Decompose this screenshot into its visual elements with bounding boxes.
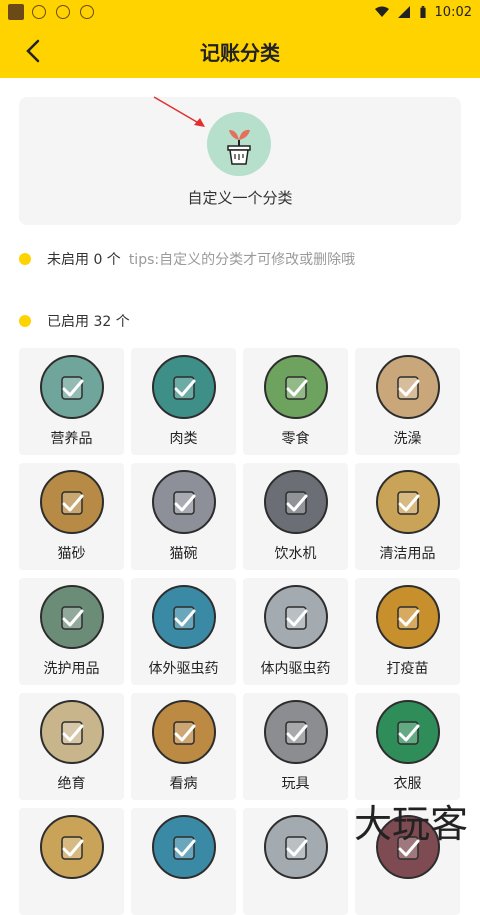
category-label: 体内驱虫药 (260, 661, 331, 677)
clothes-icon (376, 700, 440, 764)
category-item[interactable] (131, 808, 236, 915)
syringe-icon (376, 585, 440, 649)
category-label: 衣服 (393, 776, 422, 792)
category-item[interactable]: 体外驱虫药 (131, 578, 236, 685)
category-label: 玩具 (281, 776, 310, 792)
category-item[interactable]: 零食 (243, 348, 348, 455)
custom-category-label: 自定义一个分类 (187, 189, 293, 207)
watermark: 大玩客 (353, 802, 468, 846)
bathtub-icon (376, 355, 440, 419)
chevron-left-icon (26, 39, 40, 63)
category-label: 营养品 (50, 431, 93, 447)
pot-icon (152, 355, 216, 419)
category-item[interactable]: 猫碗 (131, 463, 236, 570)
category-item[interactable]: 衣服 (355, 693, 460, 800)
category-label: 肉类 (169, 431, 198, 447)
notification-icon (32, 5, 46, 19)
category-label: 猫碗 (169, 546, 198, 562)
clipboard-icon (152, 700, 216, 764)
yellow-dot-icon (19, 253, 31, 265)
brush-icon (264, 815, 328, 879)
cleaning-bottle-icon (376, 470, 440, 534)
category-item[interactable] (19, 808, 124, 915)
red-arrow-annotation (153, 96, 205, 127)
bowl-icon (152, 470, 216, 534)
category-item[interactable] (243, 808, 348, 915)
scissors-icon (40, 700, 104, 764)
category-label: 打疫苗 (386, 661, 429, 677)
signal-icon (397, 6, 410, 18)
category-item[interactable]: 看病 (131, 693, 236, 800)
plant-icon[interactable] (207, 112, 271, 176)
category-label: 绝育 (57, 776, 86, 792)
top-bar: 记账分类 (0, 24, 480, 78)
category-item[interactable]: 猫砂 (19, 463, 124, 570)
category-item[interactable]: 营养品 (19, 348, 124, 455)
category-item[interactable]: 肉类 (131, 348, 236, 455)
disabled-count: 未启用 0 个 (47, 252, 121, 268)
category-label: 看病 (169, 776, 198, 792)
category-label: 洗护用品 (43, 661, 100, 677)
disabled-section: 未启用 0 个 tips:自定义的分类才可修改或删除哦 (19, 249, 355, 269)
add-custom-category-card[interactable]: 自定义一个分类 (19, 97, 461, 225)
category-label: 猫砂 (57, 546, 86, 562)
category-label: 清洁用品 (379, 546, 436, 562)
litter-icon (40, 470, 104, 534)
yellow-dot-icon (19, 315, 31, 327)
toy-ball-icon (264, 700, 328, 764)
category-item[interactable]: 绝育 (19, 693, 124, 800)
comb-icon (40, 815, 104, 879)
app-notification-icon (8, 4, 24, 20)
enabled-count: 已启用 32 个 (47, 314, 130, 330)
snack-jar-icon (264, 355, 328, 419)
category-item[interactable]: 清洁用品 (355, 463, 460, 570)
enabled-section: 已启用 32 个 (19, 311, 130, 331)
category-label: 洗澡 (393, 431, 422, 447)
page-title: 记账分类 (200, 40, 280, 65)
notification-icon (80, 5, 94, 19)
water-dispenser-icon (264, 470, 328, 534)
category-label: 饮水机 (274, 546, 317, 562)
tips-text: tips:自定义的分类才可修改或删除哦 (128, 252, 356, 268)
flea-spray-icon (152, 585, 216, 649)
clock: 10:02 (434, 4, 472, 20)
category-label: 体外驱虫药 (148, 661, 219, 677)
category-item[interactable]: 体内驱虫药 (243, 578, 348, 685)
shampoo-icon (40, 585, 104, 649)
status-bar: 10:02 (0, 0, 480, 24)
category-item[interactable]: 玩具 (243, 693, 348, 800)
jar-icon (40, 355, 104, 419)
pill-icon (264, 585, 328, 649)
category-item[interactable]: 洗澡 (355, 348, 460, 455)
category-label: 零食 (281, 431, 310, 447)
back-button[interactable] (18, 36, 48, 66)
category-item[interactable]: 洗护用品 (19, 578, 124, 685)
spray-icon (152, 815, 216, 879)
battery-icon (419, 6, 426, 18)
category-item[interactable]: 饮水机 (243, 463, 348, 570)
notification-icon (56, 5, 70, 19)
wifi-icon (374, 6, 389, 17)
category-item[interactable]: 打疫苗 (355, 578, 460, 685)
